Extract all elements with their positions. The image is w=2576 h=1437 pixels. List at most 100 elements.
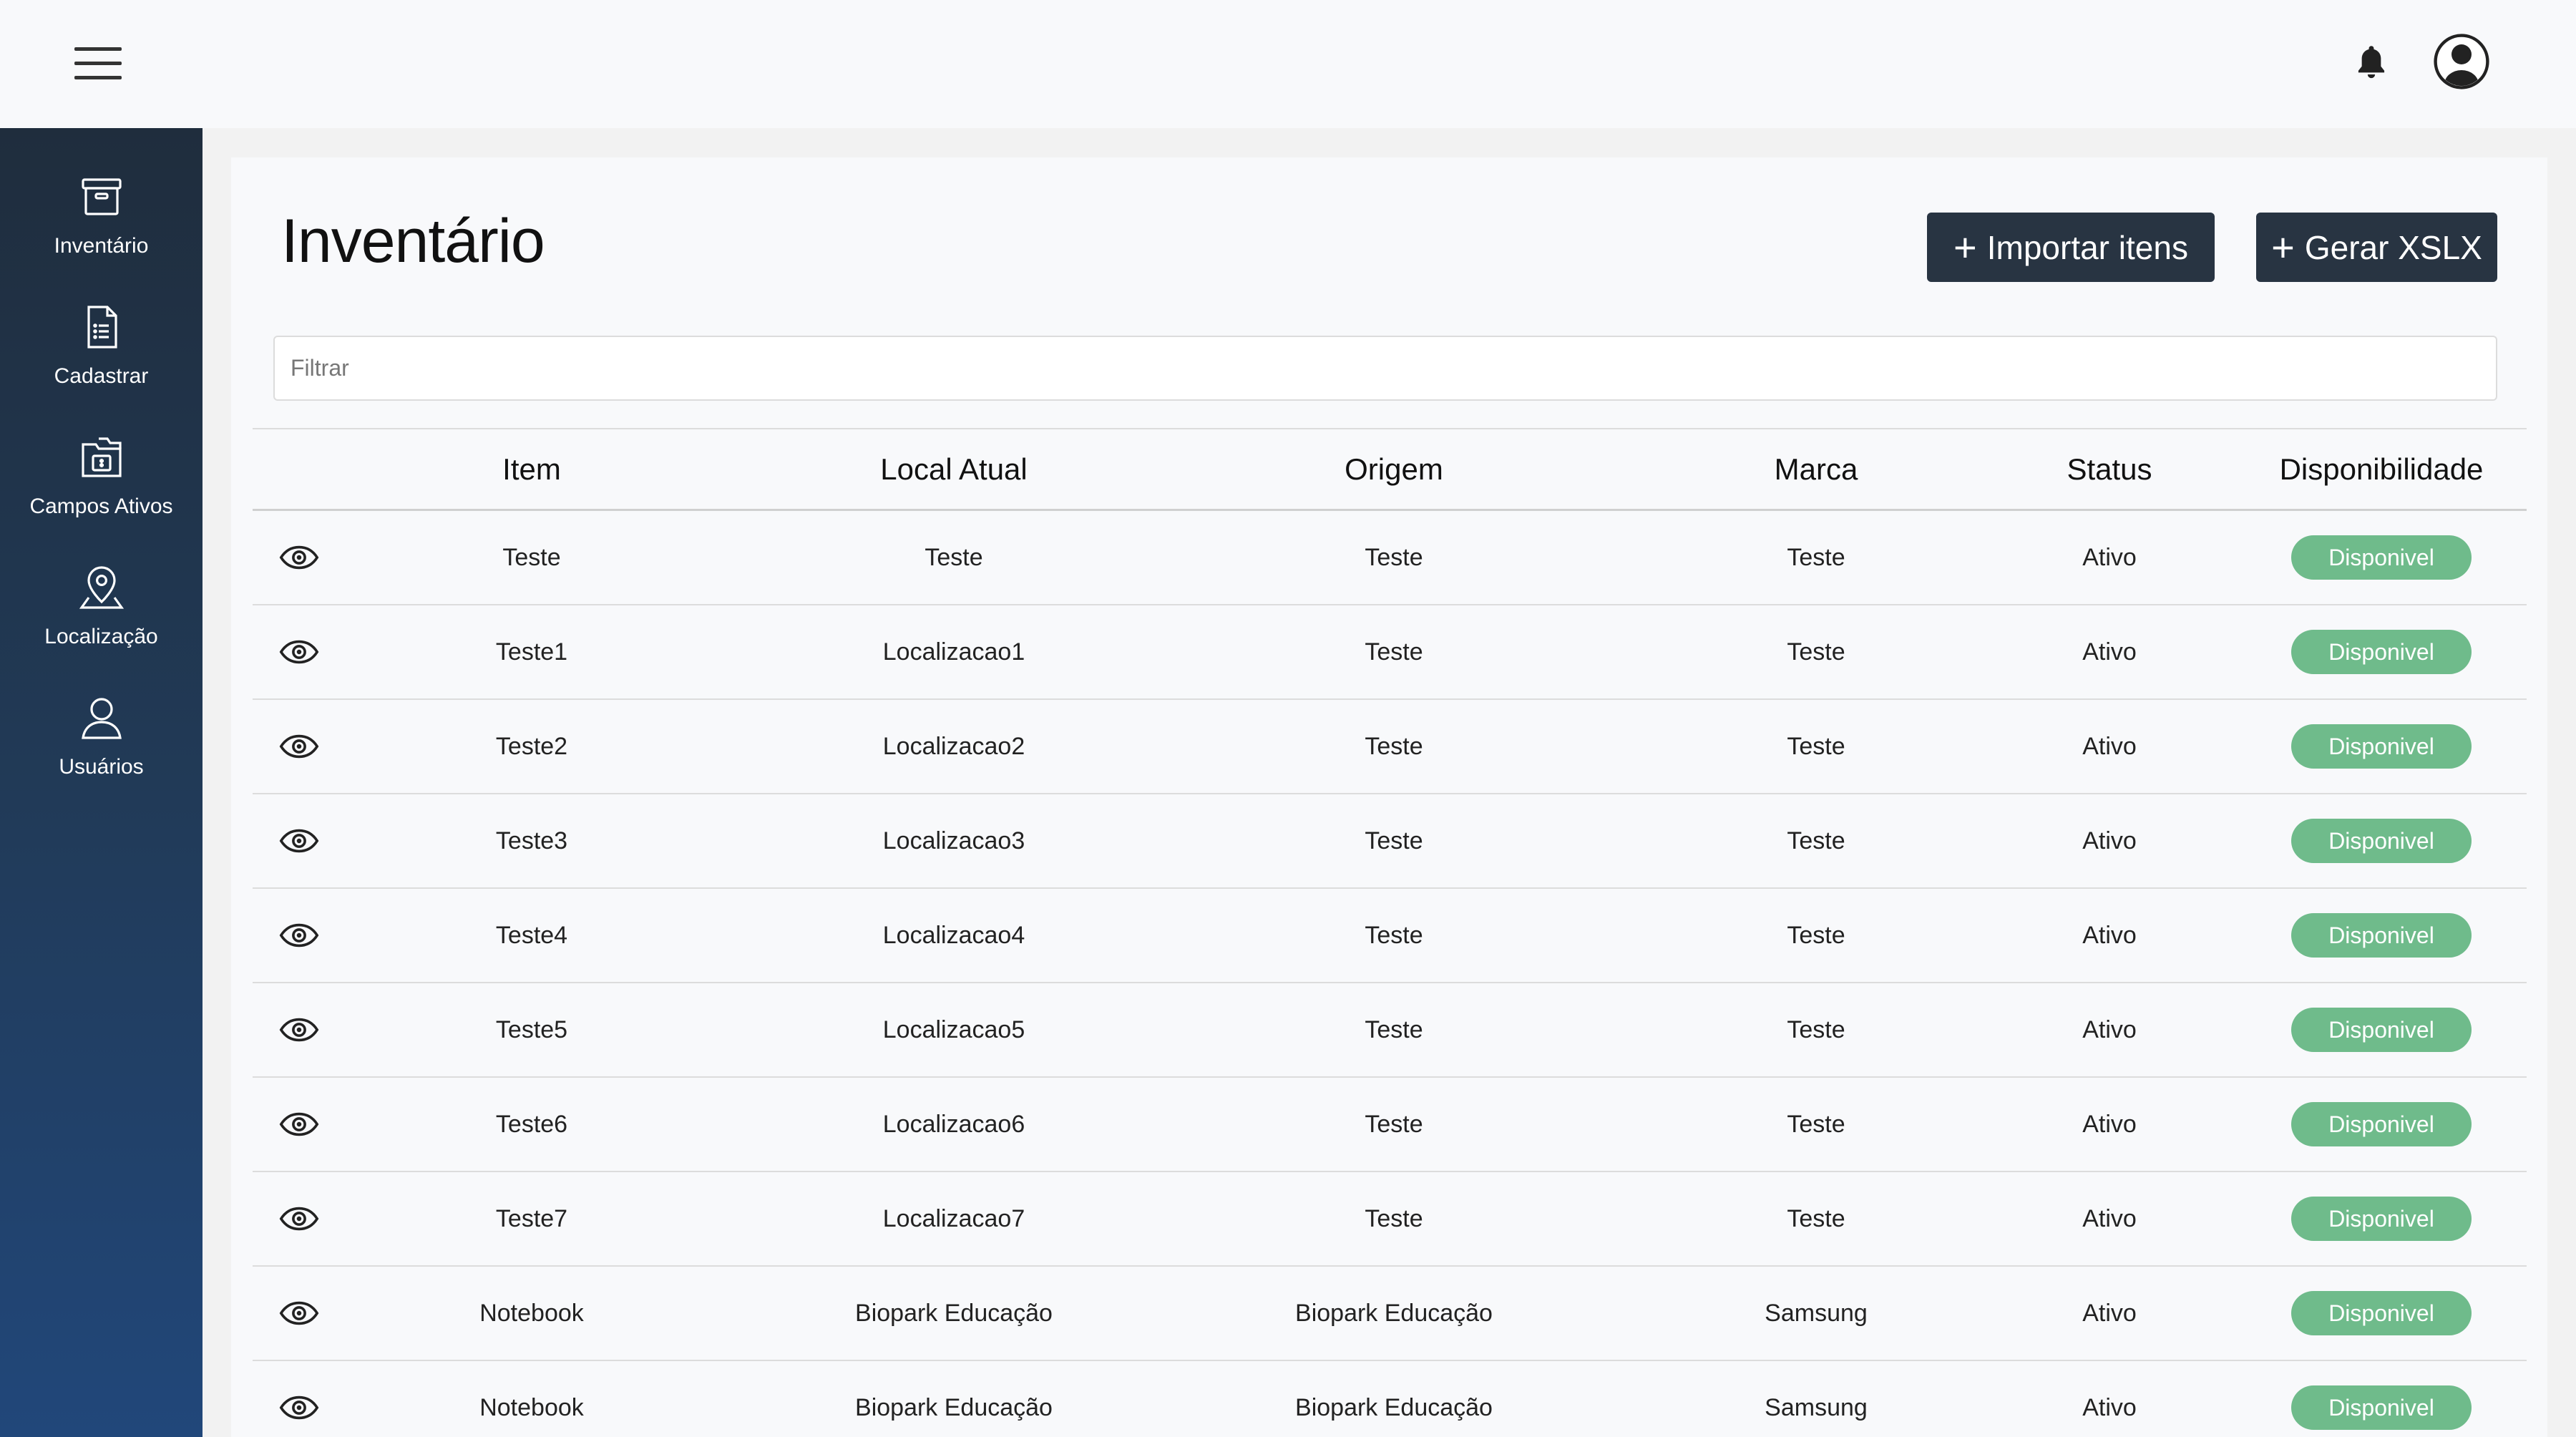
view-action[interactable]	[253, 700, 346, 793]
cell-origem: Teste	[1365, 732, 1423, 760]
column-header-disponibilidade: Disponibilidade	[2279, 452, 2484, 486]
plus-icon: +	[1953, 224, 1977, 270]
cell-origem: Teste	[1365, 1110, 1423, 1138]
eye-icon[interactable]	[278, 828, 320, 854]
eye-icon[interactable]	[278, 922, 320, 948]
table-row: Teste3 Localizacao3 Teste Teste Ativo Disponi…	[253, 794, 2527, 889]
cell-disponibilidade: Disponivel	[2249, 511, 2514, 604]
sidebar-item-label: Localização	[44, 625, 158, 648]
cell-status: Ativo	[2082, 827, 2137, 854]
map-pin-icon	[79, 566, 125, 609]
eye-icon[interactable]	[278, 1017, 320, 1043]
view-action[interactable]	[253, 983, 346, 1076]
eye-icon[interactable]	[278, 1206, 320, 1232]
view-action[interactable]	[253, 1078, 346, 1171]
availability-badge: Disponivel	[2291, 913, 2472, 958]
cell-disponibilidade: Disponivel	[2249, 1172, 2514, 1265]
eye-icon[interactable]	[278, 1111, 320, 1137]
bell-icon[interactable]	[2353, 43, 2390, 83]
cell-disponibilidade: Disponivel	[2249, 889, 2514, 982]
hamburger-icon[interactable]	[74, 44, 126, 82]
cell-disponibilidade: Disponivel	[2249, 983, 2514, 1076]
column-header-local-atual: Local Atual	[880, 452, 1028, 486]
availability-badge: Disponivel	[2291, 819, 2472, 863]
cell-origem: Teste	[1365, 921, 1423, 949]
cell-marca: Samsung	[1765, 1299, 1868, 1327]
sidebar-item-cadastrar[interactable]: Cadastrar	[0, 301, 203, 416]
table-row: Teste1 Localizacao1 Teste Teste Ativo Disponi…	[253, 605, 2527, 700]
cell-marca: Teste	[1787, 1110, 1845, 1138]
cell-status: Ativo	[2082, 543, 2137, 571]
table-row: Teste2 Localizacao2 Teste Teste Ativo Disponi…	[253, 700, 2527, 794]
cell-marca: Teste	[1787, 827, 1845, 854]
filter-input[interactable]	[273, 336, 2497, 401]
cell-marca: Teste	[1787, 543, 1845, 571]
cell-local-atual: Localizacao2	[882, 732, 1025, 760]
cell-origem: Teste	[1365, 827, 1423, 854]
document-list-icon	[87, 306, 117, 349]
cell-status: Ativo	[2082, 1204, 2137, 1232]
availability-badge: Disponivel	[2291, 1008, 2472, 1052]
table-row: Notebook Biopark Educação Biopark Educação…	[253, 1361, 2527, 1437]
view-action[interactable]	[253, 1267, 346, 1360]
cell-item: Teste2	[495, 732, 568, 760]
sidebar-item-campos-ativos[interactable]: Campos Ativos	[0, 432, 203, 546]
eye-icon[interactable]	[278, 545, 320, 570]
header-actions	[253, 429, 346, 509]
cell-origem: Teste	[1365, 1015, 1423, 1043]
sidebar-item-inventario[interactable]: Inventário	[0, 171, 203, 286]
cell-origem: Teste	[1365, 1204, 1423, 1232]
eye-icon[interactable]	[278, 639, 320, 665]
top-bar	[0, 0, 2576, 128]
cell-marca: Teste	[1787, 732, 1845, 760]
view-action[interactable]	[253, 1361, 346, 1437]
cell-marca: Teste	[1787, 1204, 1845, 1232]
cell-local-atual: Teste	[924, 543, 983, 571]
cell-local-atual: Localizacao7	[882, 1204, 1025, 1232]
import-items-button[interactable]: + Importar itens	[1927, 213, 2215, 282]
cell-disponibilidade: Disponivel	[2249, 794, 2514, 887]
cell-disponibilidade: Disponivel	[2249, 1078, 2514, 1171]
view-action[interactable]	[253, 794, 346, 887]
eye-icon[interactable]	[278, 1300, 320, 1326]
import-items-label: Importar itens	[1986, 228, 2188, 266]
cell-status: Ativo	[2082, 732, 2137, 760]
view-action[interactable]	[253, 889, 346, 982]
cell-status: Ativo	[2082, 1015, 2137, 1043]
column-header-item: Item	[502, 452, 561, 486]
column-header-marca: Marca	[1774, 452, 1858, 486]
view-action[interactable]	[253, 511, 346, 604]
column-header-status: Status	[2067, 452, 2152, 486]
table-row: Notebook Biopark Educação Biopark Educação…	[253, 1267, 2527, 1361]
cell-origem: Teste	[1365, 543, 1423, 571]
archive-box-icon	[82, 178, 122, 215]
generate-xslx-label: Gerar XSLX	[2304, 228, 2482, 266]
cell-item: Teste	[502, 543, 561, 571]
availability-badge: Disponivel	[2291, 1385, 2472, 1430]
plus-icon: +	[2271, 224, 2295, 270]
table-row: Teste Teste Teste Teste Ativo Disponivel	[253, 511, 2527, 605]
cell-origem: Teste	[1365, 638, 1423, 666]
cell-item: Notebook	[479, 1299, 584, 1327]
view-action[interactable]	[253, 1172, 346, 1265]
generate-xslx-button[interactable]: + Gerar XSLX	[2256, 213, 2497, 282]
eye-icon[interactable]	[278, 1395, 320, 1421]
cell-local-atual: Localizacao1	[882, 638, 1025, 666]
table-body: Teste Teste Teste Teste Ativo Disponivel Teste…	[253, 511, 2527, 1437]
sidebar-item-usuarios[interactable]: Usuários	[0, 692, 203, 807]
user-icon	[82, 698, 122, 739]
cell-origem: Biopark Educação	[1295, 1393, 1493, 1421]
availability-badge: Disponivel	[2291, 1102, 2472, 1146]
view-action[interactable]	[253, 605, 346, 698]
cell-item: Teste5	[495, 1015, 568, 1043]
cell-status: Ativo	[2082, 638, 2137, 666]
sidebar-item-localizacao[interactable]: Localização	[0, 562, 203, 676]
cell-status: Ativo	[2082, 921, 2137, 949]
cell-status: Ativo	[2082, 1110, 2137, 1138]
table-row: Teste6 Localizacao6 Teste Teste Ativo Disponi…	[253, 1078, 2527, 1172]
eye-icon[interactable]	[278, 734, 320, 759]
user-avatar-icon[interactable]	[2433, 33, 2490, 90]
cell-item: Teste7	[495, 1204, 568, 1232]
availability-badge: Disponivel	[2291, 535, 2472, 580]
sidebar-item-label: Campos Ativos	[29, 495, 173, 518]
